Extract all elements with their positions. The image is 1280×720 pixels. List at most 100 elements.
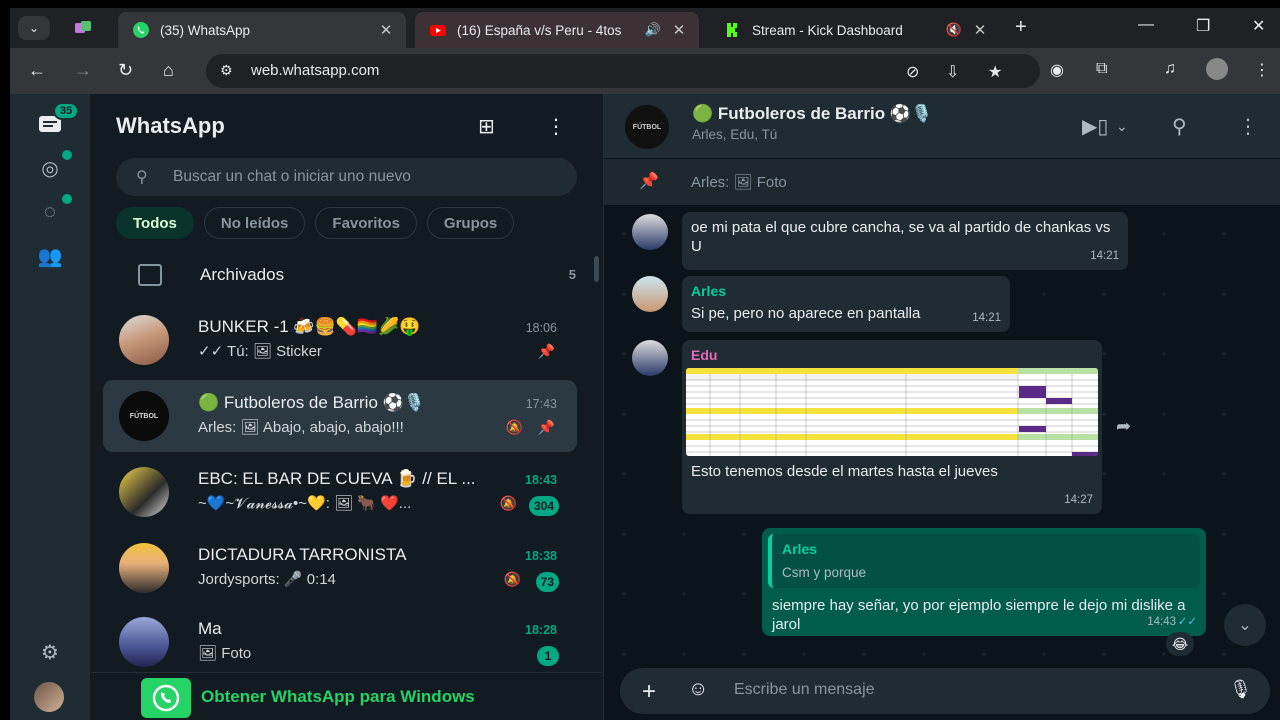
media-control-icon[interactable]: ♫ <box>1164 60 1176 78</box>
forward-icon[interactable]: ➦ <box>1116 416 1131 437</box>
group-members: Arles, Edu, Tú <box>692 127 778 142</box>
chat-item[interactable]: FÚTBOL 🟢 Futboleros de Barrio ⚽🎙️ 17:43 … <box>103 380 577 452</box>
chat-preview: ~💙~𝓥𝓪𝓷𝓮𝓼𝓼𝓪•~💛: 🖼 🐂 ❤️... <box>198 495 412 512</box>
chat-time: 18:38 <box>525 549 557 563</box>
tab-groups-icon[interactable] <box>74 20 92 36</box>
schedule-image[interactable] <box>686 368 1098 456</box>
kick-icon <box>725 22 741 38</box>
filter-favorites[interactable]: Favoritos <box>315 207 417 239</box>
bookmark-star-icon[interactable]: ★ <box>988 62 1002 82</box>
chat-preview: ✓✓ Tú: 🖼 Sticker <box>198 343 322 360</box>
composer-box: + ☺ Escribe un mensaje 🎙 <box>620 668 1270 714</box>
message-bubble[interactable]: Arles Si pe, pero no aparece en pantalla… <box>682 276 1010 332</box>
chat-name: DICTADURA TARRONISTA <box>198 545 407 564</box>
close-window-button[interactable]: ✕ <box>1252 16 1265 36</box>
sender-avatar[interactable] <box>632 276 668 312</box>
reaction-emoji[interactable]: 😂 <box>1166 632 1194 656</box>
avatar <box>119 315 169 365</box>
scrollbar[interactable] <box>594 256 599 282</box>
search-icon[interactable]: ⚲ <box>1172 114 1187 139</box>
message-text: siempre hay señar, yo por ejemplo siempr… <box>772 597 1186 633</box>
chat-preview: 🖼 Foto <box>198 645 252 662</box>
speaker-icon[interactable]: 🔊 <box>643 22 663 38</box>
back-button[interactable]: ← <box>28 60 46 81</box>
message-input[interactable]: Escribe un mensaje <box>734 681 875 699</box>
message-bubble[interactable]: Edu Esto tenemos desde el martes hasta e… <box>682 340 1102 514</box>
chevron-down-icon[interactable]: ⌄ <box>1116 118 1128 135</box>
profile-avatar[interactable] <box>1206 58 1228 80</box>
install-app-icon[interactable]: ⇩ <box>946 62 959 82</box>
whatsapp-logo-icon <box>141 678 191 718</box>
home-icon[interactable]: ⌂ <box>163 60 174 81</box>
pinned-message-bar[interactable]: 📌 Arles: 🖼 Foto <box>604 159 1280 205</box>
channels-icon[interactable]: ◌ <box>34 196 66 228</box>
tab-whatsapp[interactable]: (35) WhatsApp ✕ <box>118 12 406 48</box>
group-logo-avatar[interactable]: FÚTBOL <box>625 105 669 149</box>
get-app-link[interactable]: Obtener WhatsApp para Windows <box>201 687 475 707</box>
extension-toggle-icon[interactable]: ◉ <box>1050 60 1064 80</box>
video-call-icon[interactable]: ▶▯ <box>1082 114 1108 139</box>
get-app-banner[interactable]: Obtener WhatsApp para Windows <box>91 672 602 720</box>
settings-gear-icon[interactable]: ⚙ <box>34 636 66 668</box>
tab-close-button[interactable]: ✕ <box>376 21 396 39</box>
site-info-icon[interactable]: ⚙ <box>220 62 233 79</box>
quoted-message[interactable]: Arles Csm y porque <box>768 534 1200 588</box>
avatar <box>119 467 169 517</box>
chat-name: 🟢 Futboleros de Barrio ⚽🎙️ <box>198 393 425 412</box>
chat-item[interactable]: DICTADURA TARRONISTA 18:38 Jordysports: … <box>103 532 577 604</box>
sender-avatar[interactable] <box>632 214 668 250</box>
tab-kick[interactable]: Stream - Kick Dashboard 🔇 ✕ <box>710 12 1000 48</box>
filter-chips: Todos No leídos Favoritos Grupos <box>116 207 515 239</box>
forward-button[interactable]: → <box>74 60 92 81</box>
filter-all[interactable]: Todos <box>116 207 194 239</box>
message-text: oe mi pata el que cubre cancha, se va al… <box>691 219 1111 255</box>
chat-item[interactable]: BUNKER -1 🍻🍔💊🏳️‍🌈🌽🤑 18:06 ✓✓ Tú: 🖼 Stick… <box>103 304 577 376</box>
eye-off-icon[interactable]: ⊘ <box>906 62 919 82</box>
muted-icon: 🔕 <box>503 571 521 587</box>
chat-time: 18:28 <box>525 623 557 637</box>
microphone-icon[interactable]: 🎙 <box>1229 679 1252 700</box>
minimize-button[interactable]: — <box>1138 16 1154 34</box>
menu-kebab-icon[interactable]: ⋮ <box>546 114 566 139</box>
chat-name: EBC: EL BAR DE CUEVA 🍺 // EL ... <box>198 469 476 488</box>
message-bubble[interactable]: oe mi pata el que cubre cancha, se va al… <box>682 212 1128 270</box>
reload-button[interactable]: ↻ <box>118 60 133 81</box>
scroll-to-bottom-button[interactable]: ⌄ <box>1224 604 1266 646</box>
extensions-icon[interactable]: ⧉ <box>1096 60 1107 78</box>
filter-unread[interactable]: No leídos <box>203 207 306 239</box>
communities-icon[interactable]: 👥 <box>34 240 66 272</box>
channels-dot <box>62 194 72 204</box>
chat-time: 18:06 <box>525 321 557 335</box>
filter-groups[interactable]: Grupos <box>426 207 515 239</box>
chat-item[interactable]: Ma 18:28 🖼 Foto 1 <box>103 606 577 678</box>
chat-item[interactable]: EBC: EL BAR DE CUEVA 🍺 // EL ... 18:43 ~… <box>103 456 577 528</box>
emoji-sticker-icon[interactable]: ☺ <box>688 678 708 701</box>
archive-icon <box>138 264 162 286</box>
attach-plus-icon[interactable]: + <box>642 678 656 706</box>
menu-kebab-icon[interactable]: ⋮ <box>1254 60 1270 80</box>
address-bar[interactable]: ⚙ web.whatsapp.com ⊘ ⇩ ★ <box>206 54 1040 88</box>
status-icon[interactable]: ◎ <box>34 152 66 184</box>
archived-row[interactable]: Archivados 5 <box>91 254 602 302</box>
browser-toolbar: ← → ↻ ⌂ ⚙ web.whatsapp.com ⊘ ⇩ ★ ◉ ⧉ ♫ ⋮ <box>10 48 1280 94</box>
tab-search-button[interactable]: ⌄ <box>18 16 50 40</box>
read-ticks-icon: ✓✓ <box>1177 616 1197 628</box>
search-input[interactable]: ⚲ Buscar un chat o iniciar uno nuevo <box>116 158 577 196</box>
restore-button[interactable]: ❐ <box>1196 16 1210 36</box>
message-time: 14:43 <box>1147 616 1176 628</box>
conversation-header[interactable]: FÚTBOL 🟢 Futboleros de Barrio ⚽🎙️ Arles,… <box>604 94 1280 158</box>
tab-close-button[interactable]: ✕ <box>970 21 990 39</box>
tab-close-button[interactable]: ✕ <box>669 21 689 39</box>
outgoing-message-bubble[interactable]: Arles Csm y porque siempre hay señar, yo… <box>762 528 1206 636</box>
menu-kebab-icon[interactable]: ⋮ <box>1238 114 1258 139</box>
sender-avatar[interactable] <box>632 340 668 376</box>
new-tab-button[interactable]: + <box>1015 16 1027 39</box>
avatar <box>119 617 169 667</box>
group-name: 🟢 Futboleros de Barrio ⚽🎙️ <box>692 104 933 123</box>
tab-youtube[interactable]: (16) España v/s Peru - 4tos 🔊 ✕ <box>415 12 699 48</box>
muted-speaker-icon[interactable]: 🔇 <box>944 22 964 38</box>
url-text: web.whatsapp.com <box>251 62 380 79</box>
chat-list-panel: WhatsApp ⊞ ⋮ ⚲ Buscar un chat o iniciar … <box>91 94 602 720</box>
new-chat-icon[interactable]: ⊞ <box>478 114 495 139</box>
my-profile-avatar[interactable] <box>34 682 64 712</box>
